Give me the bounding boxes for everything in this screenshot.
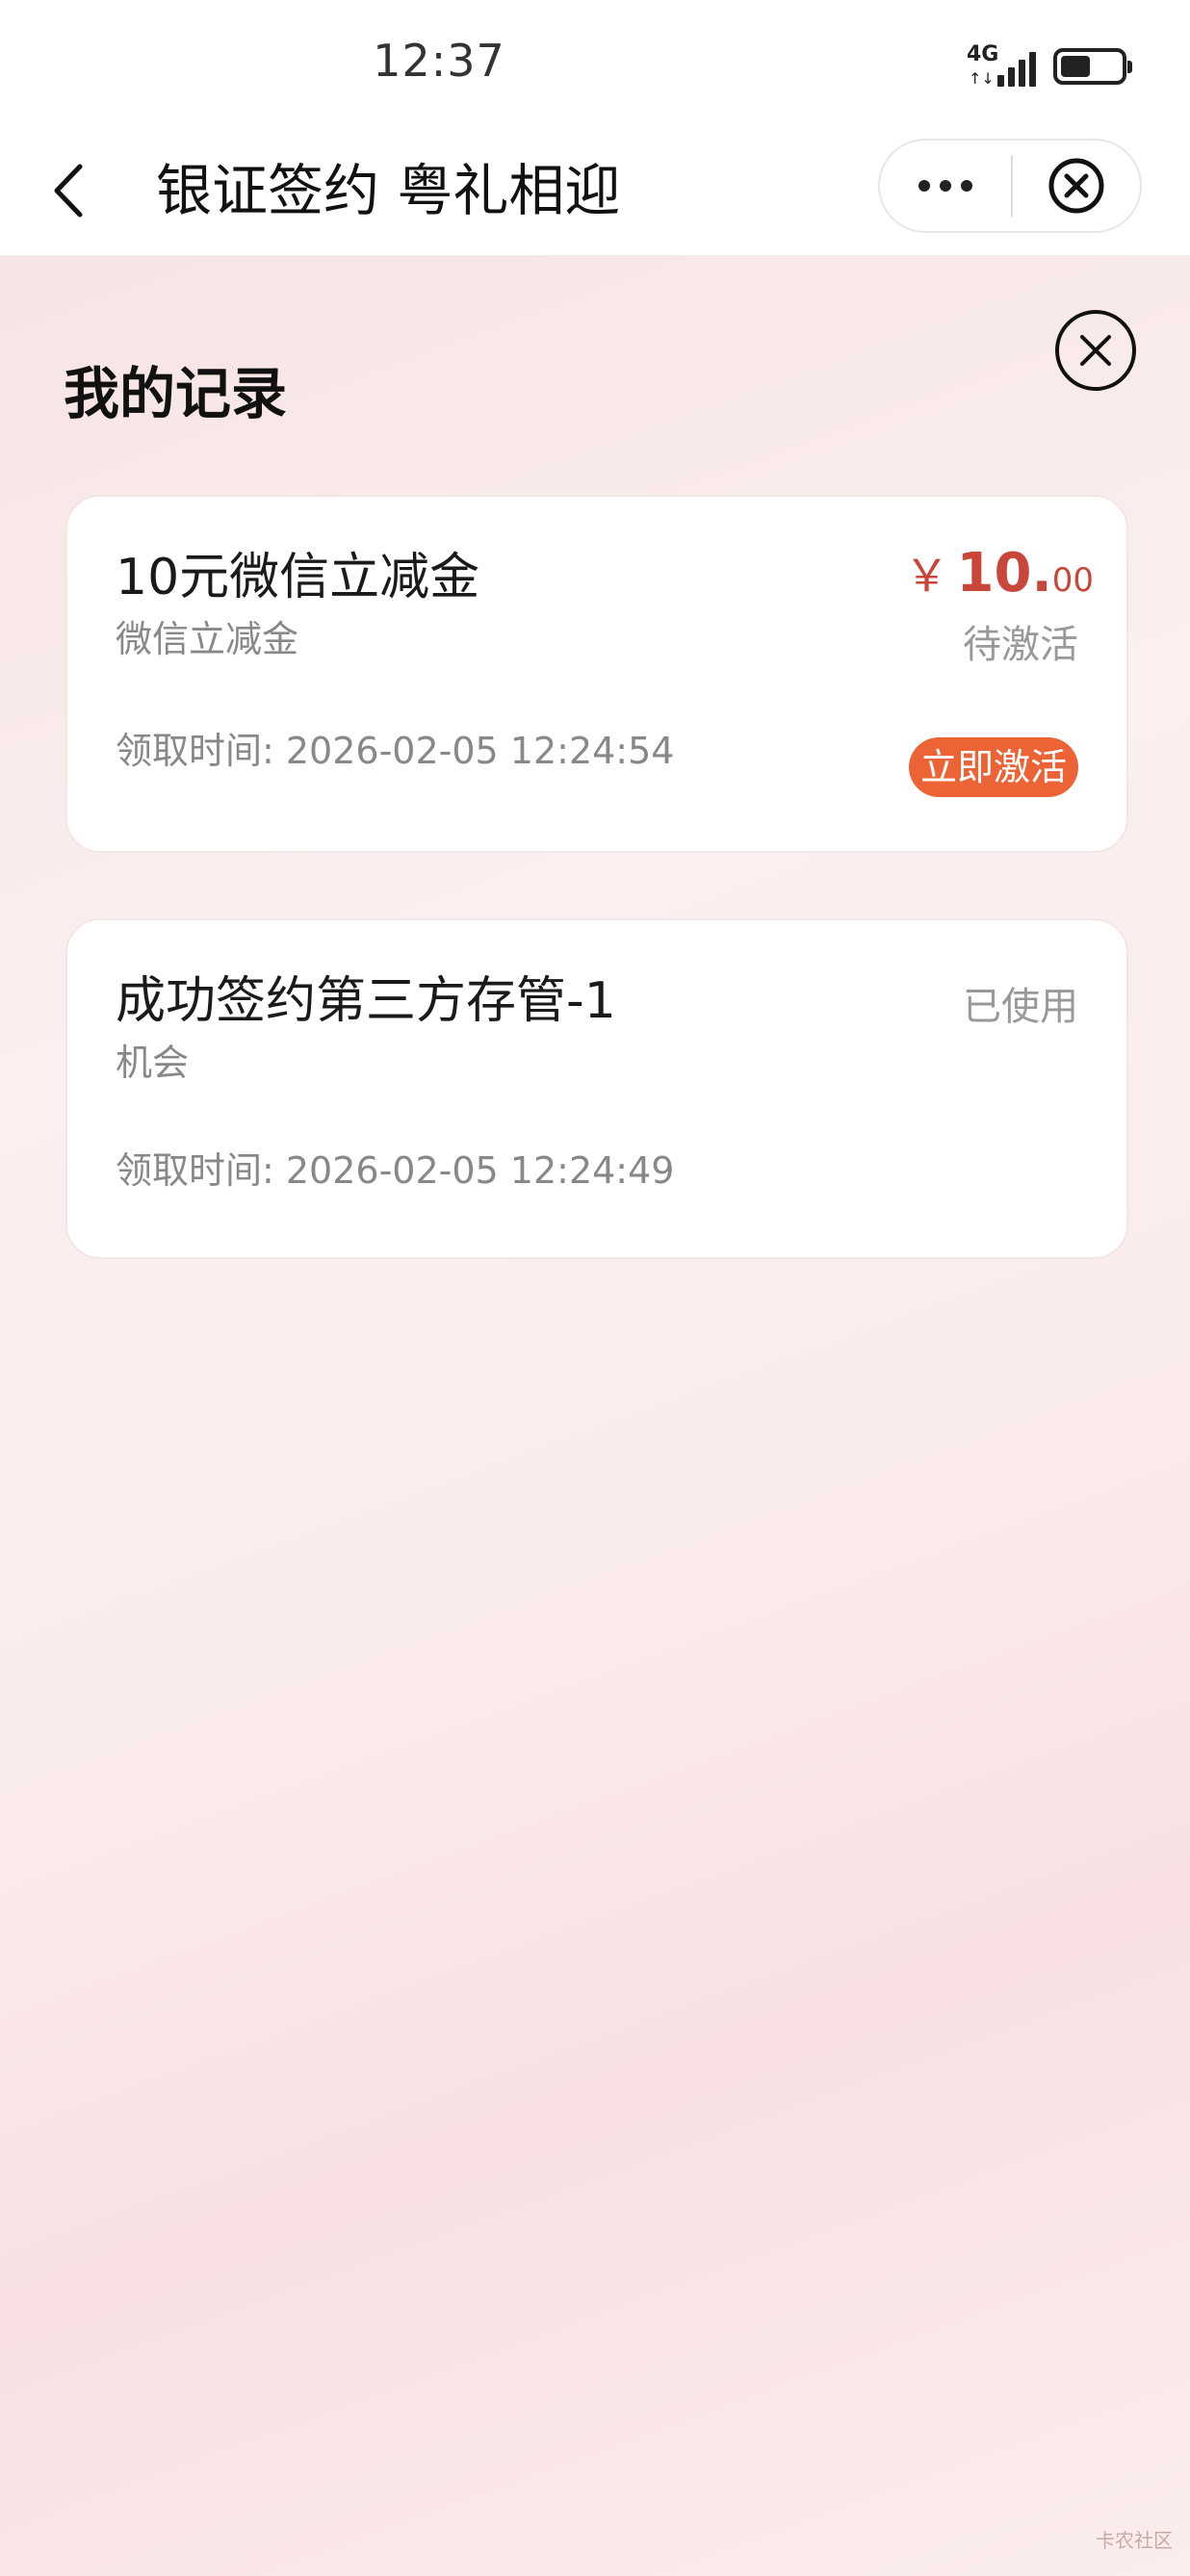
record-amount: ￥ 10. 00 bbox=[905, 541, 1094, 605]
record-subtitle: 微信立减金 bbox=[116, 618, 299, 660]
record-name: 成功签约第三方存管-1 bbox=[116, 972, 616, 1030]
panel-title: 我的记录 bbox=[64, 361, 288, 426]
currency-symbol: ￥ bbox=[904, 550, 949, 602]
battery-icon bbox=[1053, 48, 1132, 85]
watermark: 卡农社区 bbox=[1096, 2529, 1173, 2552]
nav-bar: 银证签约 粤礼相迎 bbox=[0, 127, 1190, 256]
record-name: 10元微信立减金 bbox=[116, 549, 480, 606]
amount-decimal: 00 bbox=[1051, 561, 1094, 600]
page-title: 银证签约 粤礼相迎 bbox=[156, 158, 621, 223]
records-panel: 我的记录 10元微信立减金 微信立减金 领取时间: 2026-02-05 12:… bbox=[0, 256, 1190, 2576]
more-dots-icon bbox=[918, 180, 930, 192]
chevron-left-icon bbox=[54, 164, 83, 218]
record-time: 领取时间: 2026-02-05 12:24:49 bbox=[116, 1149, 675, 1192]
battery-level bbox=[1061, 56, 1090, 77]
record-card: 成功签约第三方存管-1 机会 领取时间: 2026-02-05 12:24:49… bbox=[65, 918, 1128, 1259]
more-button[interactable] bbox=[880, 141, 1011, 231]
record-subtitle: 机会 bbox=[116, 1042, 190, 1084]
record-status: 待激活 bbox=[963, 623, 1078, 667]
close-circle-icon bbox=[1048, 158, 1104, 214]
status-icons: 4G ↑↓ bbox=[967, 42, 1132, 90]
record-time: 领取时间: 2026-02-05 12:24:54 bbox=[116, 730, 675, 772]
network-arrows: ↑↓ bbox=[969, 69, 995, 88]
activate-button[interactable]: 立即激活 bbox=[908, 737, 1078, 797]
back-button[interactable] bbox=[39, 156, 96, 225]
mini-program-capsule bbox=[878, 139, 1142, 233]
close-miniprogram-button[interactable] bbox=[1013, 141, 1140, 231]
network-type: 4G bbox=[967, 42, 999, 66]
close-circle-icon bbox=[1055, 310, 1136, 391]
status-time: 12:37 bbox=[373, 35, 505, 87]
signal-icon: 4G ↑↓ bbox=[967, 44, 1036, 89]
amount-integer: 10. bbox=[956, 542, 1052, 605]
panel-close-button[interactable] bbox=[1053, 308, 1138, 393]
signal-bars bbox=[997, 52, 1036, 87]
record-status: 已使用 bbox=[963, 985, 1078, 1029]
record-card: 10元微信立减金 微信立减金 领取时间: 2026-02-05 12:24:54… bbox=[65, 495, 1128, 853]
status-bar: 12:37 4G ↑↓ bbox=[0, 0, 1190, 127]
